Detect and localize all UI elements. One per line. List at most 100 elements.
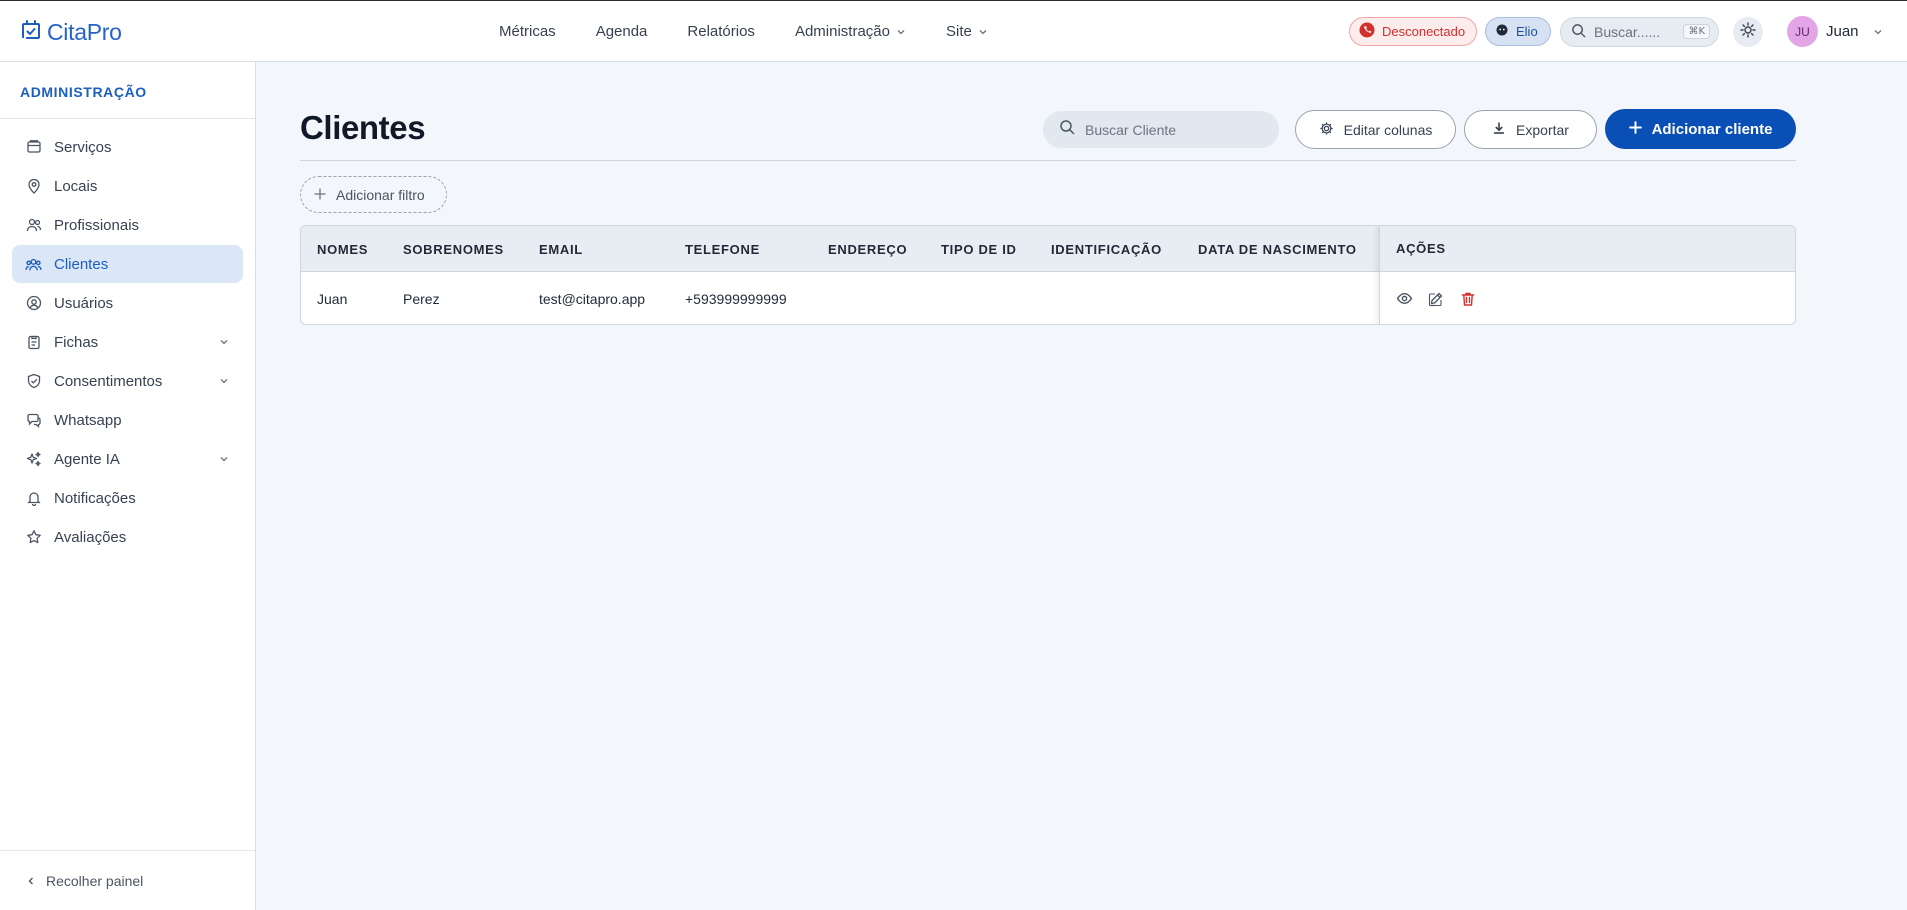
divider [0, 118, 255, 119]
box-icon [25, 139, 42, 156]
whatsapp-icon [1358, 21, 1376, 42]
edit-button[interactable] [1427, 290, 1445, 308]
eye-icon [1396, 293, 1412, 304]
nav-administracao[interactable]: Administração [795, 23, 906, 40]
user-name: Juan [1826, 23, 1859, 40]
agent-badge-label: Elio [1516, 24, 1538, 39]
add-client-label: Adicionar cliente [1651, 120, 1773, 138]
chevron-down-icon [220, 457, 228, 462]
sidebar-item-label: Whatsapp [54, 411, 122, 429]
chevron-down-icon [220, 379, 228, 384]
page-title: Clientes [300, 109, 426, 146]
sidebar-item-whatsapp[interactable]: Whatsapp [12, 401, 243, 439]
top-bar: CitaPro Métricas Agenda Relatórios Admin… [0, 0, 1907, 62]
column-header-email[interactable]: EMAIL [539, 226, 583, 272]
sidebar-item-fichas[interactable]: Fichas [12, 323, 243, 361]
sparkles-icon [25, 451, 42, 468]
collapse-label: Recolher painel [46, 873, 144, 889]
sun-icon [1740, 21, 1756, 43]
cell-telefone: +593999999999 [685, 290, 787, 307]
whatsapp-status-label: Desconectado [1382, 24, 1466, 39]
chevron-down-icon [897, 29, 905, 34]
cell-nomes: Juan [317, 290, 348, 307]
user-menu[interactable]: JU Juan [1787, 16, 1883, 47]
nav-label: Administração [794, 23, 890, 40]
sidebar-item-label: Locais [54, 177, 98, 195]
cell-sobrenomes: Perez [403, 290, 440, 307]
row-actions [1380, 272, 1795, 324]
search-icon [1059, 119, 1075, 140]
shield-check-icon [25, 373, 42, 390]
column-header-telefone[interactable]: TELEFONE [685, 226, 760, 272]
sidebar-item-avaliacoes[interactable]: Avaliações [12, 518, 243, 556]
column-header-acoes: AÇÕES [1380, 226, 1795, 272]
chevron-left-icon [28, 877, 33, 885]
divider [0, 850, 255, 851]
sidebar-title: ADMINISTRAÇÃO [20, 84, 147, 100]
nav-label: Agenda [595, 23, 648, 40]
gear-icon [1319, 121, 1334, 139]
sidebar-item-label: Clientes [54, 255, 109, 273]
plus-icon [314, 187, 326, 203]
column-header-identificacao[interactable]: IDENTIFICAÇÃO [1051, 226, 1162, 272]
sidebar-item-clientes[interactable]: Clientes [12, 245, 243, 283]
global-search[interactable]: Buscar...... ⌘K [1560, 17, 1719, 47]
sidebar-item-usuarios[interactable]: Usuários [12, 284, 243, 322]
logo-text: CitaPro [47, 19, 122, 45]
search-icon [1571, 23, 1586, 41]
actions-column: AÇÕES [1379, 226, 1795, 324]
clients-table: NOMES SOBRENOMES EMAIL TELEFONE ENDEREÇO… [300, 225, 1796, 325]
column-header-tipo-de-id[interactable]: TIPO DE ID [941, 226, 1017, 272]
nav-relatorios[interactable]: Relatórios [687, 23, 755, 40]
download-icon [1492, 121, 1506, 138]
agent-badge[interactable]: Elio [1485, 17, 1551, 46]
nav-agenda[interactable]: Agenda [596, 23, 648, 40]
bot-icon [1496, 24, 1508, 39]
whatsapp-status-badge[interactable]: Desconectado [1349, 17, 1477, 46]
column-header-sobrenomes[interactable]: SOBRENOMES [403, 226, 504, 272]
nav-site[interactable]: Site [946, 23, 988, 40]
sidebar-item-label: Consentimentos [54, 372, 163, 390]
sidebar-item-agente-ia[interactable]: Agente IA [12, 440, 243, 478]
collapse-sidebar-button[interactable]: Recolher painel [26, 873, 143, 889]
sidebar-item-consentimentos[interactable]: Consentimentos [12, 362, 243, 400]
chevron-down-icon [220, 340, 228, 345]
sidebar-item-label: Fichas [54, 333, 99, 351]
clipboard-icon [25, 334, 42, 351]
column-header-endereco[interactable]: ENDEREÇO [828, 226, 907, 272]
map-pin-icon [25, 178, 42, 195]
edit-columns-button[interactable]: Editar colunas [1295, 110, 1456, 149]
trash-icon [1461, 292, 1475, 306]
nav-metricas[interactable]: Métricas [499, 23, 556, 40]
delete-button[interactable] [1459, 290, 1477, 308]
column-header-data-de-nascimento[interactable]: DATA DE NASCIMENTO [1198, 226, 1357, 272]
export-button[interactable]: Exportar [1464, 110, 1597, 149]
sidebar-item-label: Profissionais [54, 216, 140, 234]
add-client-button[interactable]: Adicionar cliente [1605, 109, 1796, 149]
client-search[interactable] [1043, 111, 1279, 148]
calendar-check-icon [19, 18, 43, 47]
sidebar-menu: Serviços Locais Profissionais Clientes U… [12, 128, 243, 557]
chevron-down-icon [1874, 29, 1881, 34]
plus-icon [1628, 120, 1642, 138]
edit-columns-label: Editar colunas [1343, 121, 1433, 138]
cell-email: test@citapro.app [539, 290, 646, 307]
sidebar-item-profissionais[interactable]: Profissionais [12, 206, 243, 244]
sidebar-item-label: Usuários [54, 294, 114, 312]
nav-label: Métricas [499, 23, 556, 40]
chevron-down-icon [979, 29, 987, 34]
client-search-input[interactable] [1085, 121, 1265, 138]
user-circle-icon [25, 295, 42, 312]
user-group-icon [25, 256, 42, 273]
sidebar-item-notificacoes[interactable]: Notificações [12, 479, 243, 517]
theme-toggle-button[interactable] [1733, 17, 1763, 47]
sidebar-item-locais[interactable]: Locais [12, 167, 243, 205]
nav-label: Site [945, 23, 972, 40]
add-filter-button[interactable]: Adicionar filtro [300, 176, 447, 213]
sidebar-item-servicos[interactable]: Serviços [12, 128, 243, 166]
view-button[interactable] [1395, 290, 1413, 308]
chat-icon [25, 412, 42, 429]
sidebar: ADMINISTRAÇÃO Serviços Locais Profission… [0, 62, 256, 910]
app-logo[interactable]: CitaPro [19, 18, 122, 47]
column-header-nomes[interactable]: NOMES [317, 226, 368, 272]
